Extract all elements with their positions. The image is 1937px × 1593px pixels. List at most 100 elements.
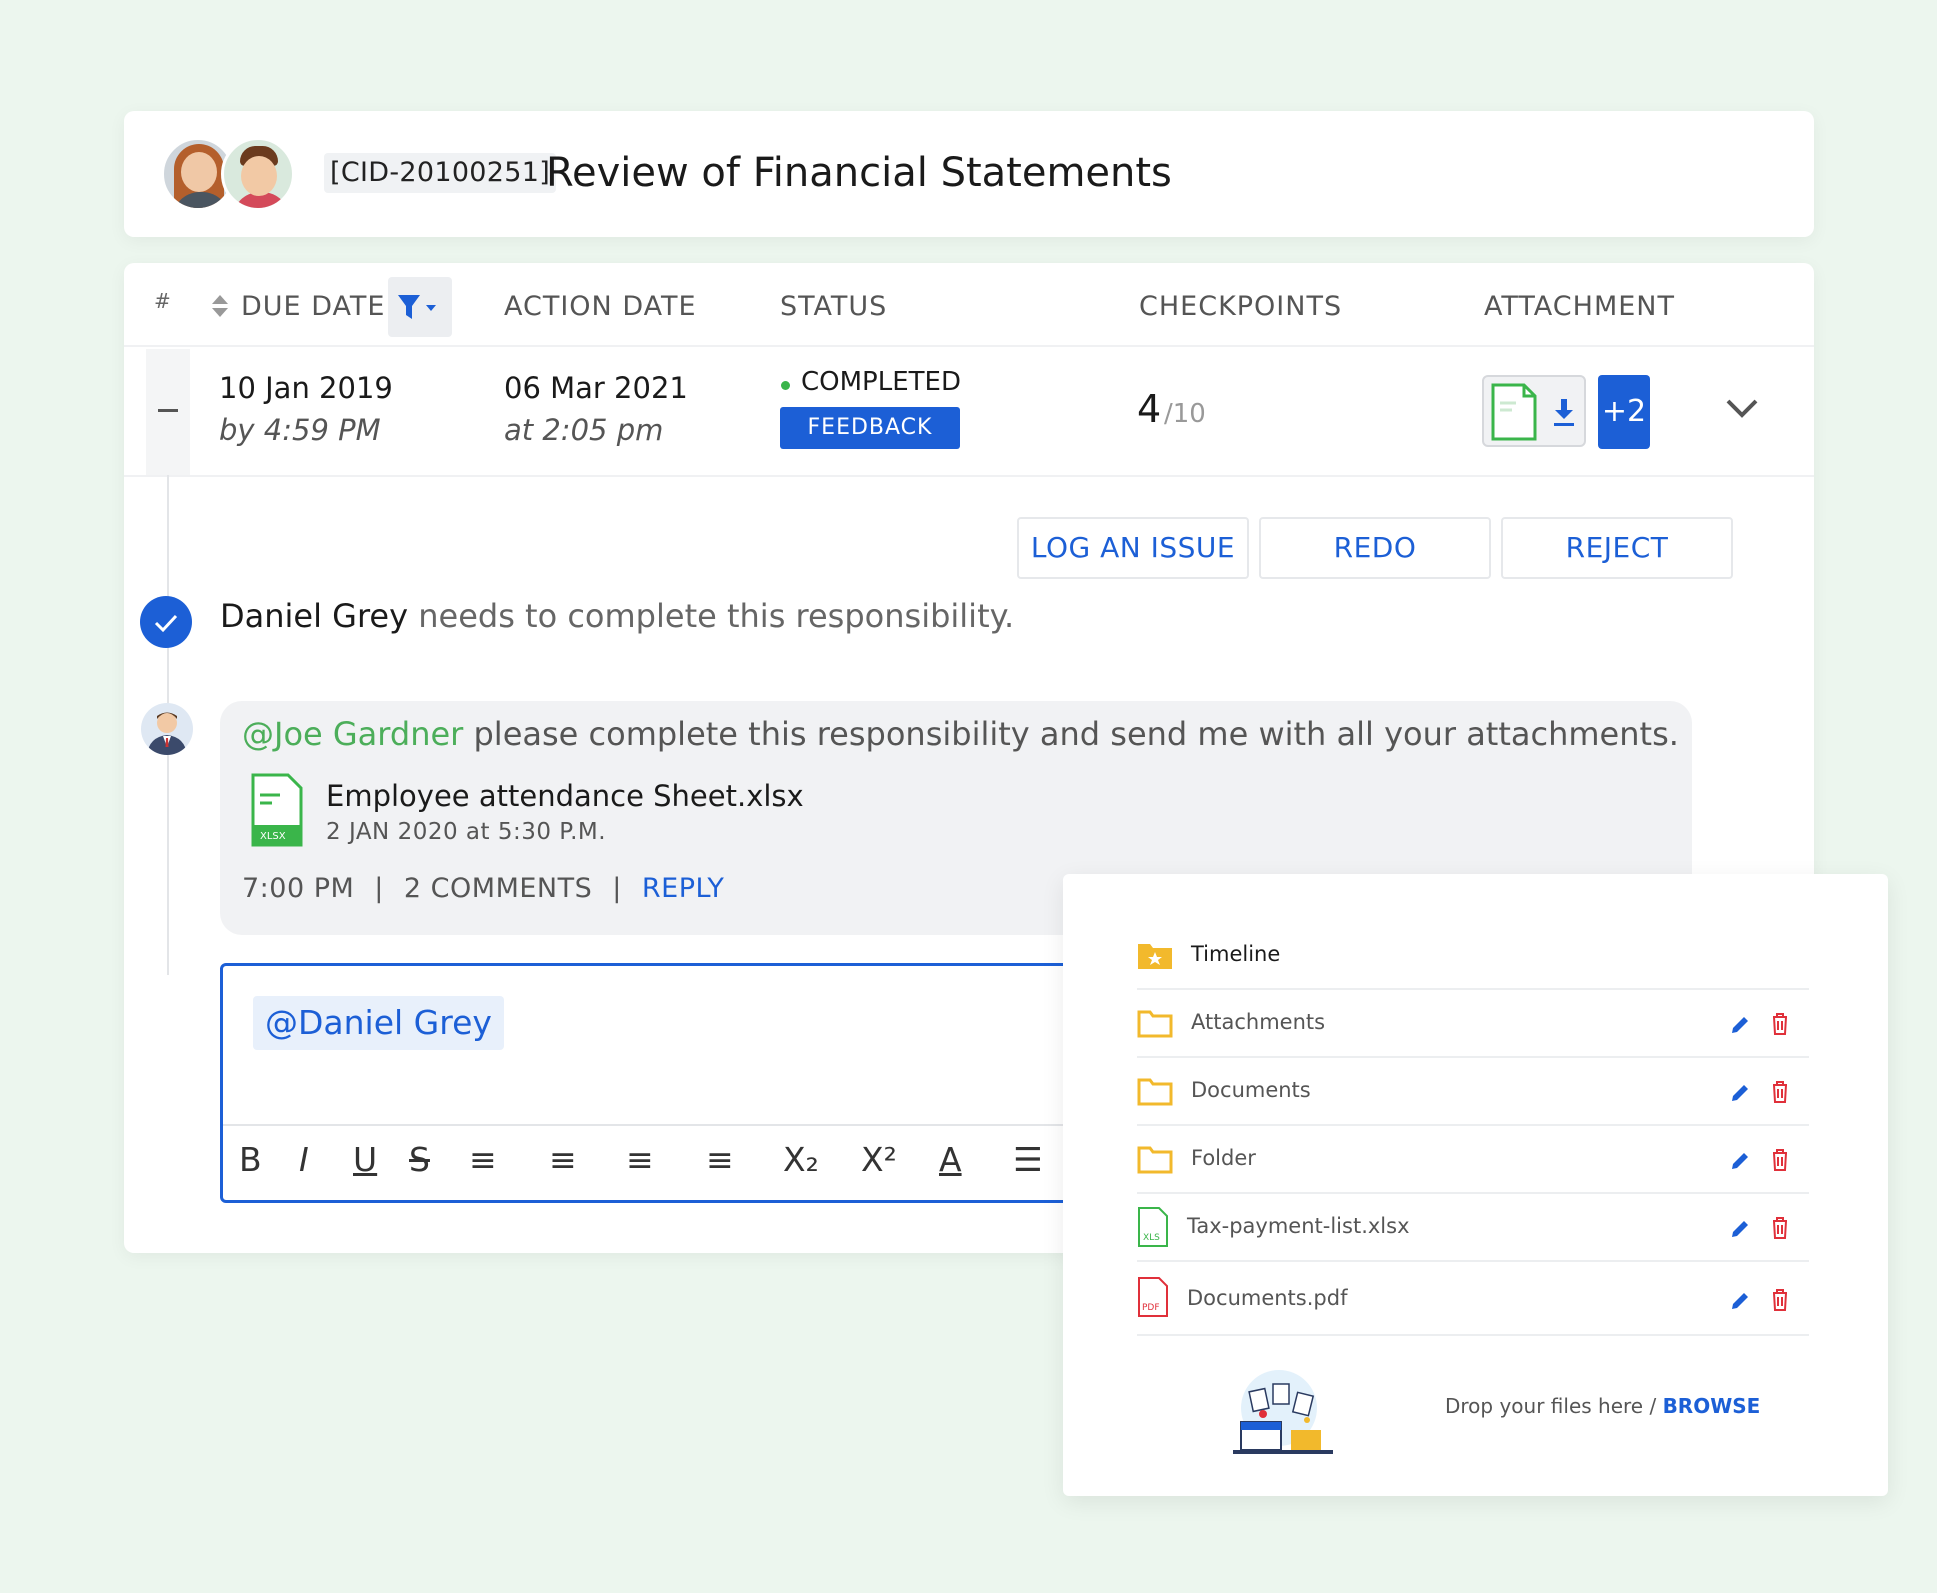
pencil-icon[interactable] bbox=[1729, 1290, 1751, 1312]
column-header-checkpoints[interactable]: CHECKPOINTS bbox=[1139, 291, 1342, 322]
commenter-avatar[interactable] bbox=[141, 703, 193, 755]
xlsx-file-icon[interactable]: XLSX bbox=[250, 773, 304, 847]
svg-text:XLSX: XLSX bbox=[260, 831, 286, 842]
assignee-name[interactable]: Daniel Grey bbox=[220, 597, 408, 635]
header-divider bbox=[124, 345, 1814, 347]
file-name: Folder bbox=[1191, 1146, 1256, 1170]
feedback-button[interactable]: FEEDBACK bbox=[780, 407, 960, 449]
align-center-button[interactable]: ≡ bbox=[549, 1140, 577, 1179]
file-name: Documents.pdf bbox=[1187, 1286, 1348, 1310]
action-date: 06 Mar 2021 bbox=[504, 371, 688, 405]
column-header-action-date[interactable]: ACTION DATE bbox=[504, 291, 697, 322]
trash-icon[interactable] bbox=[1771, 1288, 1789, 1312]
log-issue-button[interactable]: LOG AN ISSUE bbox=[1017, 517, 1249, 579]
file-name: Timeline bbox=[1191, 942, 1281, 966]
assignment-message: Daniel Grey needs to complete this respo… bbox=[220, 597, 1014, 635]
file-name: Attachments bbox=[1191, 1010, 1326, 1034]
file-row-timeline[interactable]: Timeline bbox=[1137, 922, 1809, 990]
xls-file-icon bbox=[1491, 383, 1537, 441]
comment-text: @Joe Gardner please complete this respon… bbox=[242, 715, 1679, 753]
drop-zone-text[interactable]: Drop your files here / BROWSE bbox=[1445, 1394, 1760, 1418]
trash-icon[interactable] bbox=[1771, 1080, 1789, 1104]
due-date: 10 Jan 2019 bbox=[219, 371, 393, 405]
filter-button[interactable] bbox=[388, 277, 452, 337]
column-header-number: # bbox=[154, 289, 172, 313]
attachment-date: 2 JAN 2020 at 5:30 P.M. bbox=[326, 819, 607, 845]
column-header-attachment[interactable]: ATTACHMENT bbox=[1484, 291, 1675, 322]
avatar-man[interactable] bbox=[221, 137, 295, 211]
subscript-button[interactable]: X₂ bbox=[783, 1140, 819, 1179]
comment-body: please complete this responsibility and … bbox=[463, 715, 1679, 753]
text-color-button[interactable]: A bbox=[939, 1140, 962, 1179]
list-button[interactable]: ☰ bbox=[1013, 1140, 1043, 1179]
status-badge: COMPLETED bbox=[801, 367, 961, 397]
reply-link[interactable]: REPLY bbox=[642, 873, 725, 904]
comment-meta: 7:00 PM | 2 COMMENTS | REPLY bbox=[242, 873, 724, 904]
file-name: Documents bbox=[1191, 1078, 1311, 1102]
svg-text:XLS: XLS bbox=[1143, 1233, 1160, 1243]
chevron-down-icon[interactable] bbox=[1724, 397, 1760, 421]
pencil-icon[interactable] bbox=[1729, 1150, 1751, 1172]
column-header-status[interactable]: STATUS bbox=[780, 291, 887, 322]
comment-mention[interactable]: @Joe Gardner bbox=[242, 715, 463, 753]
assignment-text: needs to complete this responsibility. bbox=[408, 597, 1015, 635]
page-title: Review of Financial Statements bbox=[546, 150, 1172, 196]
collapse-icon[interactable] bbox=[158, 409, 178, 412]
folder-icon bbox=[1137, 1078, 1173, 1106]
mention-chip[interactable]: @Daniel Grey bbox=[253, 996, 504, 1050]
sort-icon[interactable] bbox=[210, 293, 230, 319]
svg-text:PDF: PDF bbox=[1142, 1303, 1160, 1313]
pencil-icon[interactable] bbox=[1729, 1218, 1751, 1240]
folder-icon bbox=[1137, 1146, 1173, 1174]
file-row-folder[interactable]: Folder bbox=[1137, 1126, 1809, 1194]
strikethrough-button[interactable]: S bbox=[409, 1140, 430, 1179]
more-attachments-badge[interactable]: +2 bbox=[1598, 375, 1650, 449]
pencil-icon[interactable] bbox=[1729, 1082, 1751, 1104]
checkpoints-total: /10 bbox=[1164, 399, 1206, 429]
trash-icon[interactable] bbox=[1771, 1012, 1789, 1036]
status-dot-icon bbox=[781, 381, 790, 390]
align-left-button[interactable]: ≡ bbox=[469, 1140, 497, 1179]
italic-button[interactable]: I bbox=[299, 1140, 309, 1179]
folder-icon bbox=[1137, 1010, 1173, 1038]
checkpoints-done: 4 bbox=[1137, 387, 1162, 431]
due-time: by 4:59 PM bbox=[219, 413, 381, 447]
file-row-attachments[interactable]: Attachments bbox=[1137, 990, 1809, 1058]
download-icon bbox=[1554, 399, 1574, 426]
file-row-tax-payment-list[interactable]: XLS Tax-payment-list.xlsx bbox=[1137, 1194, 1809, 1262]
underline-button[interactable]: U bbox=[353, 1140, 377, 1179]
file-name: Tax-payment-list.xlsx bbox=[1187, 1214, 1410, 1238]
drop-instruction: Drop your files here / bbox=[1445, 1394, 1663, 1418]
task-header: [CID-20100251] Review of Financial State… bbox=[124, 111, 1814, 237]
meta-separator: | bbox=[612, 873, 622, 904]
files-panel: Timeline Attachments Documents Folder XL… bbox=[1063, 874, 1888, 1496]
comment-time: 7:00 PM bbox=[242, 873, 355, 904]
row-divider bbox=[124, 475, 1814, 477]
attachment-file-name[interactable]: Employee attendance Sheet.xlsx bbox=[326, 779, 804, 813]
align-right-button[interactable]: ≡ bbox=[626, 1140, 654, 1179]
comments-count[interactable]: 2 COMMENTS bbox=[404, 873, 592, 904]
star-folder-icon bbox=[1138, 944, 1172, 969]
bold-button[interactable]: B bbox=[239, 1140, 262, 1179]
meta-separator: | bbox=[374, 873, 384, 904]
check-circle-icon bbox=[140, 596, 192, 648]
trash-icon[interactable] bbox=[1771, 1148, 1789, 1172]
reject-button[interactable]: REJECT bbox=[1501, 517, 1733, 579]
redo-button[interactable]: REDO bbox=[1259, 517, 1491, 579]
column-header-due-date[interactable]: DUE DATE bbox=[241, 291, 385, 322]
filter-icon bbox=[398, 295, 436, 319]
superscript-button[interactable]: X² bbox=[861, 1140, 897, 1179]
pencil-icon[interactable] bbox=[1729, 1014, 1751, 1036]
pdf-file-icon: PDF bbox=[1138, 1277, 1168, 1317]
file-upload-illustration bbox=[1233, 1370, 1333, 1454]
browse-link[interactable]: BROWSE bbox=[1663, 1394, 1761, 1418]
action-time: at 2:05 pm bbox=[504, 413, 664, 447]
task-id-badge: [CID-20100251] bbox=[324, 153, 557, 193]
trash-icon[interactable] bbox=[1771, 1216, 1789, 1240]
justify-button[interactable]: ≡ bbox=[706, 1140, 734, 1179]
xls-file-icon: XLS bbox=[1138, 1207, 1168, 1247]
file-row-documents-pdf[interactable]: PDF Documents.pdf bbox=[1137, 1262, 1809, 1336]
file-row-documents[interactable]: Documents bbox=[1137, 1058, 1809, 1126]
row-expand-handle[interactable] bbox=[146, 349, 190, 475]
attachment-download-button[interactable] bbox=[1482, 375, 1586, 447]
